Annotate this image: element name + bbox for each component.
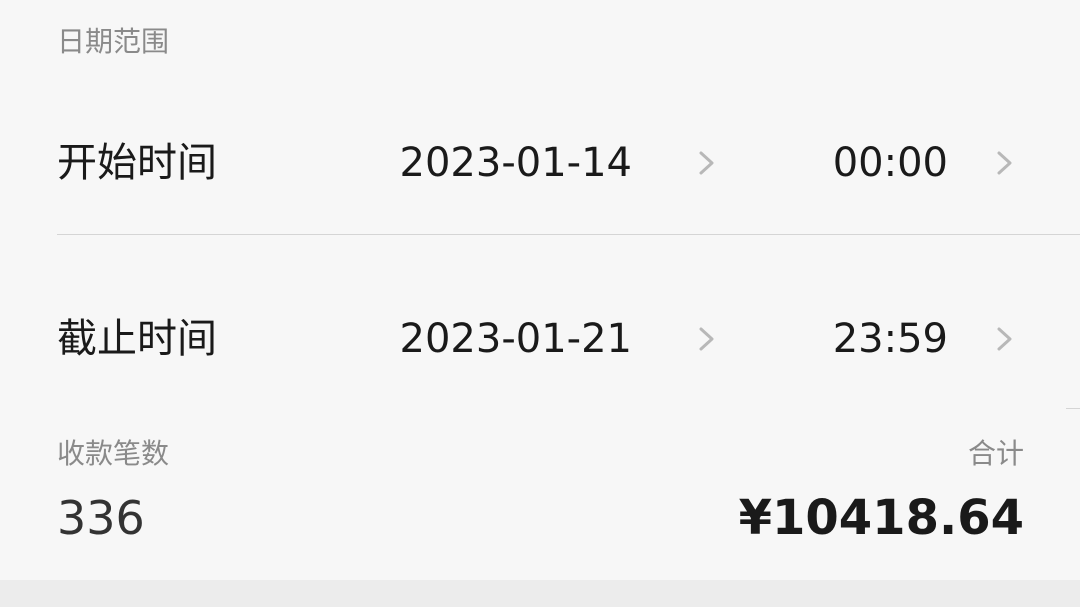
total-amount-value: ¥10418.64 [738,490,1024,546]
start-time-picker[interactable]: 00:00 [780,112,1040,212]
end-time-row: 截止时间 2023-01-21 23:59 [0,288,1080,388]
total-label: 合计 [967,437,1024,470]
bottom-separator-strip [0,580,1080,607]
chevron-right-icon [699,151,714,175]
start-date-value: 2023-01-14 [399,140,632,186]
start-time-value: 00:00 [832,140,948,186]
chevron-right-icon [997,151,1012,175]
end-time-picker[interactable]: 23:59 [780,288,1040,388]
end-date-value: 2023-01-21 [399,316,632,362]
end-time-label: 截止时间 [57,316,217,362]
payment-count-label: 收款笔数 [57,437,170,470]
start-time-row: 开始时间 2023-01-14 00:00 [0,112,1080,212]
end-date-picker[interactable]: 2023-01-21 [380,288,750,388]
start-date-picker[interactable]: 2023-01-14 [380,112,750,212]
date-range-panel: 日期范围 开始时间 2023-01-14 00:00 截止时间 2023-01-… [0,0,1080,580]
row-divider [57,234,1080,235]
payment-count-value: 336 [57,491,145,545]
start-time-label: 开始时间 [57,140,217,186]
section-label-date-range: 日期范围 [57,25,170,58]
end-time-value: 23:59 [832,316,948,362]
section-divider [1066,408,1080,409]
chevron-right-icon [699,327,714,351]
chevron-right-icon [997,327,1012,351]
